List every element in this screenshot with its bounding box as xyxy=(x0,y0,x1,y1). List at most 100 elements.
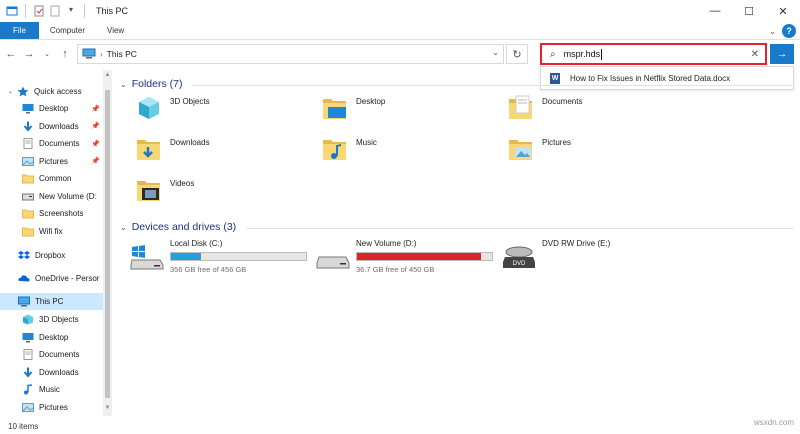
sidebar-item-downloads[interactable]: Downloads 📌 xyxy=(22,118,103,135)
address-dropdown-icon[interactable]: ⌄ xyxy=(492,48,499,57)
search-input[interactable]: ⌕ mspr.hds ✕ xyxy=(540,43,767,65)
divider xyxy=(246,228,794,229)
refresh-button[interactable]: ↻ xyxy=(506,44,528,64)
drives-group-header[interactable]: ⌄ Devices and drives (3) xyxy=(120,221,236,233)
drive-local-disk-c[interactable]: Local Disk (C:) 356 GB free of 456 GB xyxy=(130,238,307,274)
drive-usage-bar xyxy=(170,252,307,261)
help-icon[interactable]: ? xyxy=(782,24,796,38)
expand-ribbon-icon[interactable]: ⌄ xyxy=(769,27,776,36)
folder-videos[interactable]: Videos xyxy=(136,176,194,204)
pin-icon[interactable]: 📌 xyxy=(91,140,100,148)
explorer-icon[interactable] xyxy=(6,5,18,17)
sidebar-item-documents[interactable]: Documents 📌 xyxy=(22,135,103,152)
sidebar-scrollbar-thumb[interactable] xyxy=(105,90,110,398)
recent-locations-icon[interactable]: ⌄ xyxy=(40,50,54,58)
customize-toolbar-icon[interactable]: ▾ xyxy=(65,5,77,17)
computer-icon xyxy=(18,296,30,307)
folder-label: Downloads xyxy=(170,137,210,147)
sidebar-item-new-volume-d[interactable]: New Volume (D: xyxy=(22,188,103,205)
drive-free-space: 36.7 GB free of 450 GB xyxy=(356,265,435,274)
chevron-down-icon[interactable]: ⌄ xyxy=(8,88,13,95)
arrow-right-icon: → xyxy=(776,48,788,60)
word-document-icon: W xyxy=(550,72,560,84)
sidebar-item-onedrive[interactable]: OneDrive - Persor xyxy=(18,270,103,287)
back-arrow-icon[interactable]: ← xyxy=(4,48,18,60)
breadcrumb-chevron-icon[interactable]: › xyxy=(100,50,103,59)
chevron-down-icon[interactable]: ⌄ xyxy=(120,223,127,232)
sidebar-item-common[interactable]: Common xyxy=(22,170,103,187)
drive-new-volume-d[interactable]: New Volume (D:) 36.7 GB free of 450 GB xyxy=(316,238,493,274)
title-bar: ▾ This PC — ☐ ✕ xyxy=(0,0,800,22)
sidebar-label: Pictures xyxy=(39,402,68,412)
breadcrumb-this-pc[interactable]: This PC xyxy=(107,49,137,59)
folders-group-header[interactable]: ⌄ Folders (7) xyxy=(120,78,182,90)
dvd-drive-icon: DVD xyxy=(502,244,536,270)
pin-icon[interactable]: 📌 xyxy=(91,157,100,165)
star-icon xyxy=(17,86,29,97)
sidebar-item-pc-pictures[interactable]: Pictures xyxy=(22,399,103,416)
scroll-up-arrow-icon[interactable]: ▲ xyxy=(103,72,112,78)
status-bar: 10 items xyxy=(0,418,800,434)
sidebar-item-wifi-fix[interactable]: Wifi fix xyxy=(22,223,103,240)
folder-music[interactable]: Music xyxy=(322,135,377,163)
folder-3d-objects[interactable]: 3D Objects xyxy=(136,94,210,122)
sidebar-label: Documents xyxy=(39,350,80,359)
folder-documents[interactable]: Documents xyxy=(508,94,582,122)
search-suggestion-item[interactable]: W How to Fix Issues in Netflix Stored Da… xyxy=(540,66,794,90)
folder-icon xyxy=(22,209,34,219)
sidebar-label: This PC xyxy=(35,297,64,306)
sidebar-label: Wifi fix xyxy=(39,226,63,236)
sidebar-item-screenshots[interactable]: Screenshots xyxy=(22,205,103,222)
properties-icon[interactable] xyxy=(33,5,45,17)
scroll-down-arrow-icon[interactable]: ▼ xyxy=(103,405,112,411)
sidebar-item-pc-downloads[interactable]: Downloads xyxy=(22,364,103,381)
tab-file[interactable]: File xyxy=(0,22,39,39)
tab-view[interactable]: View xyxy=(96,22,135,39)
window-controls: — ☐ ✕ xyxy=(698,0,800,22)
sidebar-item-desktop[interactable]: Desktop 📌 xyxy=(22,100,103,117)
divider xyxy=(84,4,85,18)
sidebar-item-pictures[interactable]: Pictures 📌 xyxy=(22,153,103,170)
sidebar-item-quick-access[interactable]: ⌄ Quick access xyxy=(8,83,103,100)
desktop-icon xyxy=(22,332,34,342)
downloads-icon xyxy=(136,135,162,163)
drive-label: Local Disk (C:) xyxy=(170,239,223,248)
sidebar-item-pc-music[interactable]: Music xyxy=(22,381,103,398)
pin-icon[interactable]: 📌 xyxy=(91,105,100,113)
sidebar-label: New Volume (D: xyxy=(39,191,97,201)
pin-icon[interactable]: 📌 xyxy=(91,122,100,130)
forward-arrow-icon[interactable]: → xyxy=(22,48,36,60)
folder-label: Documents xyxy=(542,96,583,106)
drive-dvd-rw-drive-e[interactable]: DVD DVD RW Drive (E:) xyxy=(502,238,610,270)
group-title: Folders (7) xyxy=(131,78,183,90)
sidebar-label: Quick access xyxy=(34,87,82,96)
drive-label: DVD RW Drive (E:) xyxy=(542,239,611,248)
sidebar-item-this-pc[interactable]: This PC xyxy=(0,293,103,310)
close-button[interactable]: ✕ xyxy=(766,0,800,22)
item-count: 10 items xyxy=(8,421,39,431)
sidebar-item-dropbox[interactable]: Dropbox xyxy=(18,247,103,264)
sidebar-label: Downloads xyxy=(39,367,79,377)
pictures-icon xyxy=(22,402,34,412)
desktop-icon xyxy=(22,104,34,114)
hard-drive-icon xyxy=(316,244,350,270)
computer-icon xyxy=(82,48,96,61)
tab-computer[interactable]: Computer xyxy=(39,22,96,39)
new-folder-icon[interactable] xyxy=(49,5,61,17)
minimize-button[interactable]: — xyxy=(698,0,732,22)
drive-usage-fill xyxy=(171,253,201,260)
chevron-down-icon[interactable]: ⌄ xyxy=(120,80,127,89)
maximize-button[interactable]: ☐ xyxy=(732,0,766,22)
folder-downloads[interactable]: Downloads xyxy=(136,135,210,163)
up-arrow-icon[interactable]: ↑ xyxy=(58,48,72,60)
sidebar-item-pc-documents[interactable]: Documents xyxy=(22,346,103,363)
drive-icon xyxy=(22,193,34,200)
folder-pictures[interactable]: Pictures xyxy=(508,135,571,163)
search-go-button[interactable]: → xyxy=(770,44,794,64)
sidebar-item-pc-desktop[interactable]: Desktop xyxy=(22,329,103,346)
clear-search-icon[interactable]: ✕ xyxy=(751,49,759,60)
sidebar-item-pc-3d-objects[interactable]: 3D Objects xyxy=(22,311,103,328)
folder-desktop[interactable]: Desktop xyxy=(322,94,385,122)
address-bar[interactable]: › This PC ⌄ xyxy=(77,44,504,64)
sidebar-label: Documents xyxy=(39,139,80,148)
